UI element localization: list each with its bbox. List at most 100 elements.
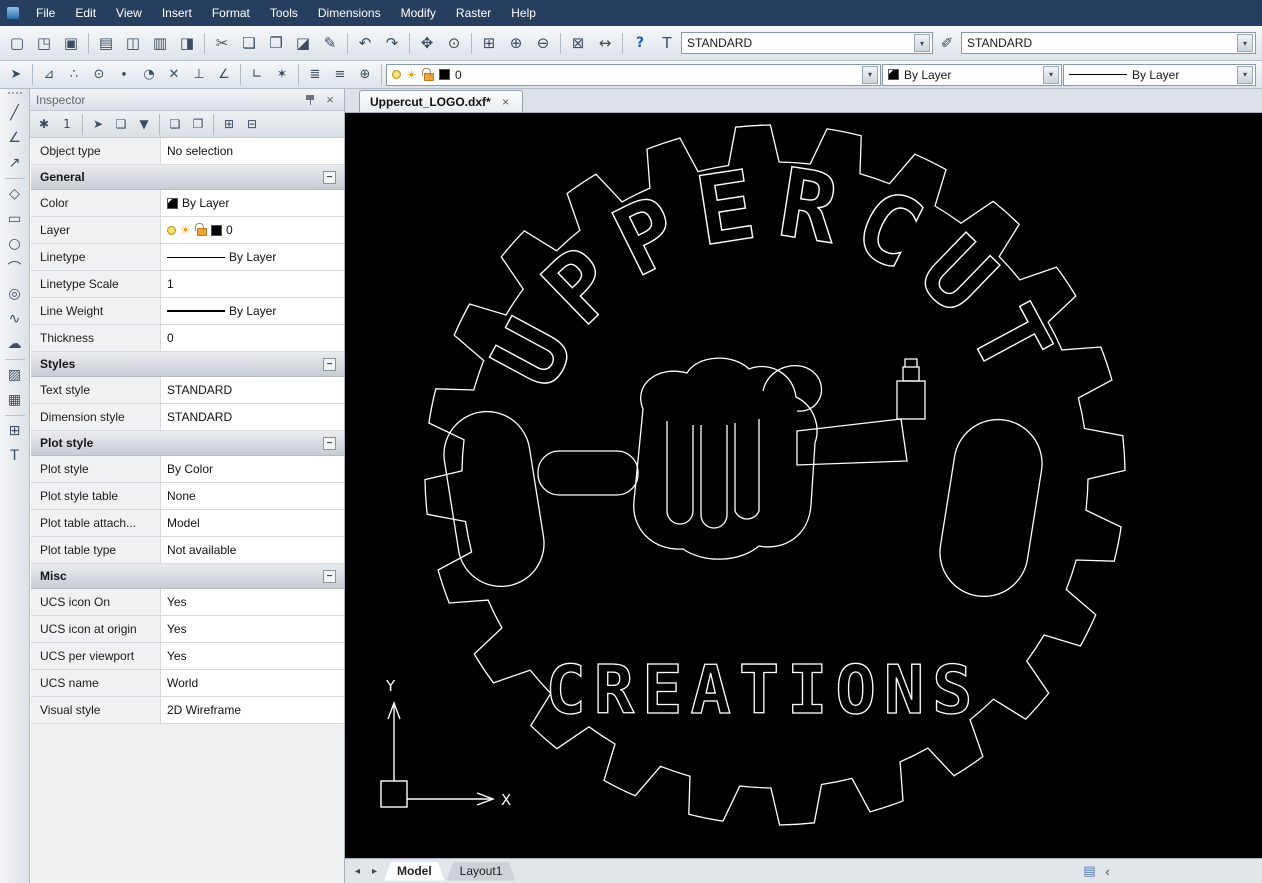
- print-preview-button[interactable]: ◫: [120, 31, 146, 56]
- text-style-button[interactable]: T: [654, 31, 680, 56]
- model-nav-back-button[interactable]: [350, 863, 365, 879]
- osnap-quadrant-button[interactable]: ◔: [137, 64, 161, 86]
- polygon-button[interactable]: ◇: [3, 182, 27, 206]
- osnap-center-button[interactable]: ⊙: [87, 64, 111, 86]
- paste-properties-button[interactable]: ❐: [187, 114, 209, 135]
- osnap-node-button[interactable]: ∙: [112, 64, 136, 86]
- collapse-icon[interactable]: −: [323, 171, 336, 184]
- polyline-button[interactable]: ∠: [3, 126, 27, 150]
- menu-insert[interactable]: Insert: [152, 2, 202, 24]
- paste-special-button[interactable]: ◪: [290, 31, 316, 56]
- document-close-button[interactable]: [500, 95, 512, 109]
- menu-file[interactable]: File: [26, 2, 65, 24]
- model-nav-forward-button[interactable]: [367, 863, 382, 879]
- select-objects-button[interactable]: ➤: [87, 114, 109, 135]
- property-row-dim-style[interactable]: Dimension style STANDARD: [31, 404, 344, 431]
- zoom-extents-button[interactable]: ⊠: [565, 31, 591, 56]
- grid-view-button[interactable]: ⊞: [218, 114, 240, 135]
- layer-states-button[interactable]: ≡: [328, 64, 352, 86]
- zoom-out-button[interactable]: ⊖: [530, 31, 556, 56]
- redo-button[interactable]: ↷: [379, 31, 405, 56]
- linetype-combo[interactable]: By Layer: [1063, 64, 1256, 86]
- revision-cloud-button[interactable]: ☁: [3, 332, 27, 356]
- ray-button[interactable]: ↗: [3, 151, 27, 175]
- property-row-plot-style-table[interactable]: Plot style table None: [31, 483, 344, 510]
- property-row-plot-table-type[interactable]: Plot table type Not available: [31, 537, 344, 564]
- collapse-icon[interactable]: −: [323, 437, 336, 450]
- layer-properties-button[interactable]: ≣: [303, 64, 327, 86]
- polar-tracking-button[interactable]: ✶: [270, 64, 294, 86]
- open-button[interactable]: ◳: [31, 31, 57, 56]
- paste-button[interactable]: ❐: [263, 31, 289, 56]
- zoom-in-button[interactable]: ⊕: [503, 31, 529, 56]
- auto-hide-pin-button[interactable]: [302, 92, 318, 108]
- drawing-canvas[interactable]: UPPERCUT CREATIONS Y X: [345, 113, 1262, 858]
- toolbar-grip[interactable]: [8, 92, 22, 96]
- make-object-layer-button[interactable]: ⊕: [353, 64, 377, 86]
- zoom-window-button[interactable]: ⊞: [476, 31, 502, 56]
- format-painter-button[interactable]: ✎: [317, 31, 343, 56]
- property-row-ucs-icon-origin[interactable]: UCS icon at origin Yes: [31, 616, 344, 643]
- layer-combo[interactable]: 0: [386, 64, 881, 86]
- chevron-down-icon[interactable]: [1043, 66, 1059, 84]
- menu-raster[interactable]: Raster: [446, 2, 501, 24]
- sheet-preview-button[interactable]: [1082, 863, 1097, 879]
- property-row-layer[interactable]: Layer 0: [31, 217, 344, 244]
- property-row-object-type[interactable]: Object type No selection: [31, 138, 344, 165]
- menu-help[interactable]: Help: [501, 2, 546, 24]
- copy-button[interactable]: ❏: [236, 31, 262, 56]
- table-button[interactable]: ⊞: [3, 419, 27, 443]
- menu-view[interactable]: View: [106, 2, 152, 24]
- property-row-linetype[interactable]: Linetype By Layer: [31, 244, 344, 271]
- chevron-down-icon[interactable]: [1237, 34, 1253, 52]
- zoom-realtime-button[interactable]: ⊙: [441, 31, 467, 56]
- osnap-intersection-button[interactable]: ✕: [162, 64, 186, 86]
- collapse-icon[interactable]: −: [323, 570, 336, 583]
- dim-style-button[interactable]: ✐: [934, 31, 960, 56]
- osnap-midpoint-button[interactable]: ∴: [62, 64, 86, 86]
- export-button[interactable]: ◨: [174, 31, 200, 56]
- rectangle-button[interactable]: ▭: [3, 207, 27, 231]
- property-row-ucs-name[interactable]: UCS name World: [31, 670, 344, 697]
- hatch-button[interactable]: ▨: [3, 363, 27, 387]
- view-alphabetic-button[interactable]: 1: [56, 114, 78, 135]
- help-button[interactable]: ?: [627, 31, 653, 56]
- property-row-plot-table-attach[interactable]: Plot table attach... Model: [31, 510, 344, 537]
- publish-button[interactable]: ▥: [147, 31, 173, 56]
- text-style-combo[interactable]: STANDARD: [681, 32, 933, 54]
- menu-tools[interactable]: Tools: [260, 2, 308, 24]
- tab-model[interactable]: Model: [384, 862, 445, 881]
- menu-modify[interactable]: Modify: [391, 2, 446, 24]
- collapse-icon[interactable]: −: [323, 358, 336, 371]
- dim-style-combo[interactable]: STANDARD: [961, 32, 1256, 54]
- cut-button[interactable]: ✂: [209, 31, 235, 56]
- view-categorized-button[interactable]: ✱: [33, 114, 55, 135]
- menu-dimensions[interactable]: Dimensions: [308, 2, 391, 24]
- property-row-linetype-scale[interactable]: Linetype Scale 1: [31, 271, 344, 298]
- grid-compact-button[interactable]: ⊟: [241, 114, 263, 135]
- plot-button[interactable]: ▤: [93, 31, 119, 56]
- property-row-ucs-per-viewport[interactable]: UCS per viewport Yes: [31, 643, 344, 670]
- inspector-close-button[interactable]: [322, 92, 338, 108]
- save-button[interactable]: ▣: [58, 31, 84, 56]
- osnap-tangent-button[interactable]: ∠: [212, 64, 236, 86]
- menu-edit[interactable]: Edit: [65, 2, 106, 24]
- property-row-thickness[interactable]: Thickness 0: [31, 325, 344, 352]
- section-general[interactable]: General −: [31, 165, 344, 190]
- section-plot-style[interactable]: Plot style −: [31, 431, 344, 456]
- select-button[interactable]: ➤: [4, 64, 28, 86]
- new-button[interactable]: ▢: [4, 31, 30, 56]
- section-styles[interactable]: Styles −: [31, 352, 344, 377]
- spline-button[interactable]: ∿: [3, 307, 27, 331]
- chevron-down-icon[interactable]: [914, 34, 930, 52]
- text-button[interactable]: T: [3, 444, 27, 468]
- osnap-endpoint-button[interactable]: ⊿: [37, 64, 61, 86]
- line-button[interactable]: ╱: [3, 101, 27, 125]
- tab-layout1[interactable]: Layout1: [447, 862, 516, 881]
- pan-button[interactable]: ✥: [414, 31, 440, 56]
- model-scroll-left-button[interactable]: [1100, 863, 1115, 879]
- insert-image-button[interactable]: ▦: [3, 388, 27, 412]
- quick-filter-button[interactable]: ▼: [133, 114, 155, 135]
- property-row-ucs-icon-on[interactable]: UCS icon On Yes: [31, 589, 344, 616]
- property-row-text-style[interactable]: Text style STANDARD: [31, 377, 344, 404]
